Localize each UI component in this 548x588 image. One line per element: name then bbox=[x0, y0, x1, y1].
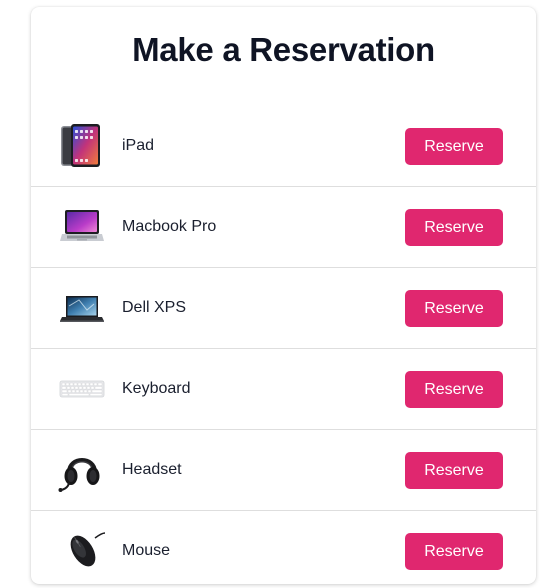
reserve-button-keyboard[interactable]: Reserve bbox=[405, 371, 503, 408]
item-name: Macbook Pro bbox=[122, 218, 217, 235]
item-name: Dell XPS bbox=[122, 299, 187, 316]
reserve-button-ipad[interactable]: Reserve bbox=[405, 128, 503, 165]
keyboard-icon bbox=[57, 365, 107, 413]
reservation-card: Make a Reservation iPad Reserve Macbook … bbox=[31, 7, 536, 584]
reserve-button-headset[interactable]: Reserve bbox=[405, 452, 503, 489]
list-item-ipad: iPad Reserve bbox=[31, 106, 536, 187]
ipad-icon bbox=[57, 122, 107, 170]
item-name: Mouse bbox=[122, 542, 171, 559]
headset-icon bbox=[57, 446, 107, 494]
list-item-dell-xps: Dell XPS Reserve bbox=[31, 268, 536, 349]
list-item-keyboard: Keyboard Reserve bbox=[31, 349, 536, 430]
device-list: iPad Reserve Macbook Pro Reserve Dell XP… bbox=[31, 106, 536, 584]
reserve-button-macbook-pro[interactable]: Reserve bbox=[405, 209, 503, 246]
page-title: Make a Reservation bbox=[132, 31, 435, 68]
mouse-icon bbox=[57, 527, 107, 575]
dell-xps-icon bbox=[57, 284, 107, 332]
item-name: Headset bbox=[122, 461, 182, 478]
macbook-pro-icon bbox=[57, 203, 107, 251]
reserve-button-dell-xps[interactable]: Reserve bbox=[405, 290, 503, 327]
list-item-macbook-pro: Macbook Pro Reserve bbox=[31, 187, 536, 268]
reserve-button-mouse[interactable]: Reserve bbox=[405, 533, 503, 570]
list-item-mouse: Mouse Reserve bbox=[31, 511, 536, 584]
item-name: iPad bbox=[122, 137, 155, 154]
item-name: Keyboard bbox=[122, 380, 191, 397]
list-item-headset: Headset Reserve bbox=[31, 430, 536, 511]
